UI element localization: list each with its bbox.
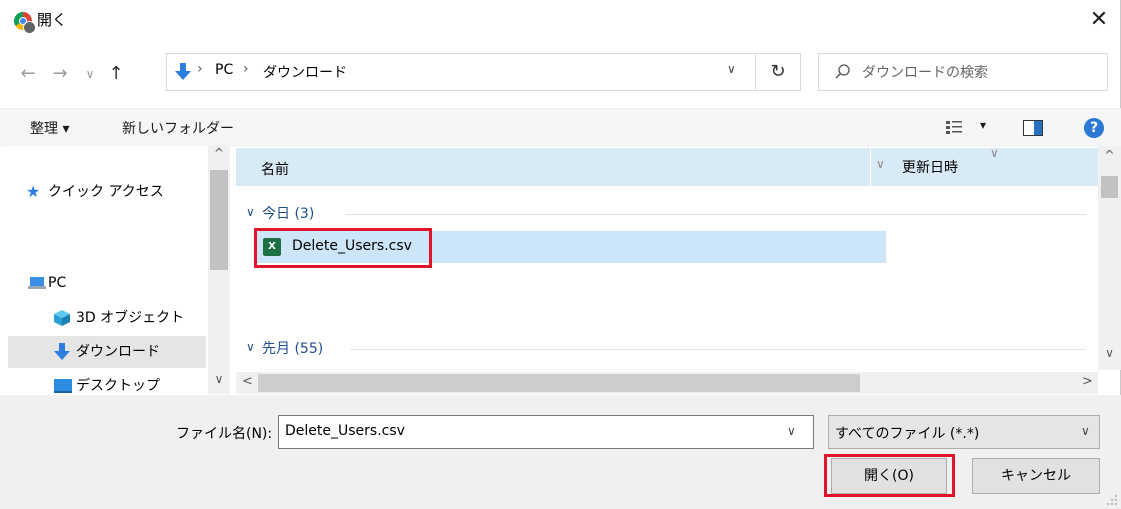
chevron-down-icon: ∨ (990, 146, 999, 160)
new-folder-button[interactable]: 新しいフォルダー (122, 118, 234, 138)
sidebar-item-label: クイック アクセス (48, 184, 164, 200)
view-dropdown-caret[interactable]: ▾ (980, 118, 986, 132)
scrollbar-thumb[interactable] (1101, 176, 1118, 198)
column-header-name[interactable]: 名前 (261, 159, 289, 179)
resize-grip-icon[interactable] (1106, 494, 1118, 506)
back-button[interactable]: ← (18, 62, 38, 86)
forward-button[interactable]: → (50, 62, 70, 86)
recent-locations-button[interactable]: ∨ (80, 62, 100, 86)
chevron-down-icon: ∨ (1081, 424, 1090, 438)
close-button[interactable]: ✕ (1087, 6, 1111, 34)
download-icon (54, 343, 70, 360)
breadcrumb-downloads[interactable]: ダウンロード (263, 62, 347, 82)
scroll-down-button[interactable]: ∨ (208, 372, 230, 392)
breadcrumb-separator: › (197, 61, 203, 77)
column-header-modified[interactable]: 更新日時 (902, 157, 958, 177)
sidebar-item-desktop[interactable]: デスクトップ (8, 370, 206, 396)
open-file-dialog: 開く ✕ ← → ∨ ↑ › PC › ダウンロード ∨ ↻ ダウンロードの検索… (0, 0, 1121, 509)
file-type-value: すべてのファイル (*.*) (835, 426, 980, 442)
group-header-last-month[interactable]: 先月 (55) (262, 338, 323, 358)
pc-icon (28, 277, 46, 289)
scroll-up-button[interactable]: ^ (1098, 148, 1121, 162)
collapse-chevron-icon[interactable]: ∨ (246, 340, 255, 354)
scrollbar-thumb[interactable] (210, 170, 228, 270)
sidebar-item-pc[interactable]: PC (8, 267, 206, 299)
highlight-box-file (254, 228, 432, 268)
sidebar-item-label: 3D オブジェクト (76, 310, 185, 326)
sidebar-item-label: デスクトップ (76, 378, 160, 394)
help-icon[interactable]: ? (1084, 118, 1104, 138)
search-placeholder: ダウンロードの検索 (862, 65, 988, 81)
sidebar-item-quick-access[interactable]: ★ クイック アクセス (8, 176, 206, 208)
cancel-button[interactable]: キャンセル (972, 458, 1100, 494)
group-divider (350, 349, 1086, 350)
filename-label: ファイル名(N): (176, 426, 273, 442)
desktop-icon (54, 379, 72, 393)
search-input[interactable]: ダウンロードの検索 (818, 53, 1108, 91)
navigation-pane: ★ クイック アクセス PC 3D オブジェクト ダウンロード デスクトップ (8, 146, 232, 396)
column-divider[interactable] (870, 148, 871, 186)
sidebar-item-label: ダウンロード (76, 344, 160, 360)
chevron-down-icon[interactable]: ∨ (787, 424, 796, 438)
file-type-select[interactable]: すべてのファイル (*.*) ∨ (828, 415, 1100, 449)
highlight-box-open (824, 454, 955, 497)
address-bar[interactable]: › PC › ダウンロード ∨ (166, 53, 756, 91)
group-divider (346, 214, 1086, 215)
command-bar: 整理 ▾ 新しいフォルダー ▾ ? (0, 108, 1121, 147)
breadcrumb-separator: › (243, 61, 249, 77)
sidebar-item-downloads[interactable]: ダウンロード (8, 336, 206, 368)
scroll-down-button[interactable]: ∨ (1098, 346, 1121, 360)
scroll-right-button[interactable]: > (1082, 374, 1093, 389)
scroll-left-button[interactable]: < (242, 374, 253, 389)
up-button[interactable]: ↑ (106, 62, 126, 86)
sort-chevron-icon: ∨ (876, 157, 885, 171)
refresh-button[interactable]: ↻ (756, 53, 801, 91)
group-header-today[interactable]: 今日 (3) (262, 203, 314, 223)
sidebar-item-label: PC (48, 275, 67, 291)
gear-icon (23, 21, 36, 34)
organize-menu[interactable]: 整理 ▾ (30, 118, 69, 138)
column-header-row: 名前 ∨ 更新日時 ∨ (236, 146, 1098, 186)
scroll-up-button[interactable]: ^ (208, 146, 230, 166)
title-bar: 開く ✕ (0, 0, 1121, 42)
preview-pane-icon[interactable] (1023, 120, 1043, 136)
collapse-chevron-icon[interactable]: ∨ (246, 205, 255, 219)
address-dropdown[interactable]: ∨ (727, 62, 736, 76)
download-arrow-icon (175, 63, 191, 80)
scrollbar-thumb[interactable] (258, 374, 860, 392)
navigation-pane-scrollbar[interactable]: ^ ∨ (208, 146, 230, 394)
search-icon (835, 64, 850, 79)
breadcrumb-pc[interactable]: PC (215, 62, 233, 78)
sidebar-item-3d-objects[interactable]: 3D オブジェクト (8, 302, 206, 334)
content-vertical-scrollbar[interactable]: ^ ∨ (1098, 146, 1121, 370)
view-options-icon[interactable] (946, 121, 964, 135)
cube-icon (54, 310, 70, 326)
filename-value: Delete_Users.csv (285, 423, 405, 439)
window-title: 開く (37, 11, 68, 29)
chrome-icon (14, 12, 36, 34)
filename-input[interactable]: Delete_Users.csv ∨ (278, 415, 814, 449)
star-icon: ★ (26, 182, 41, 201)
